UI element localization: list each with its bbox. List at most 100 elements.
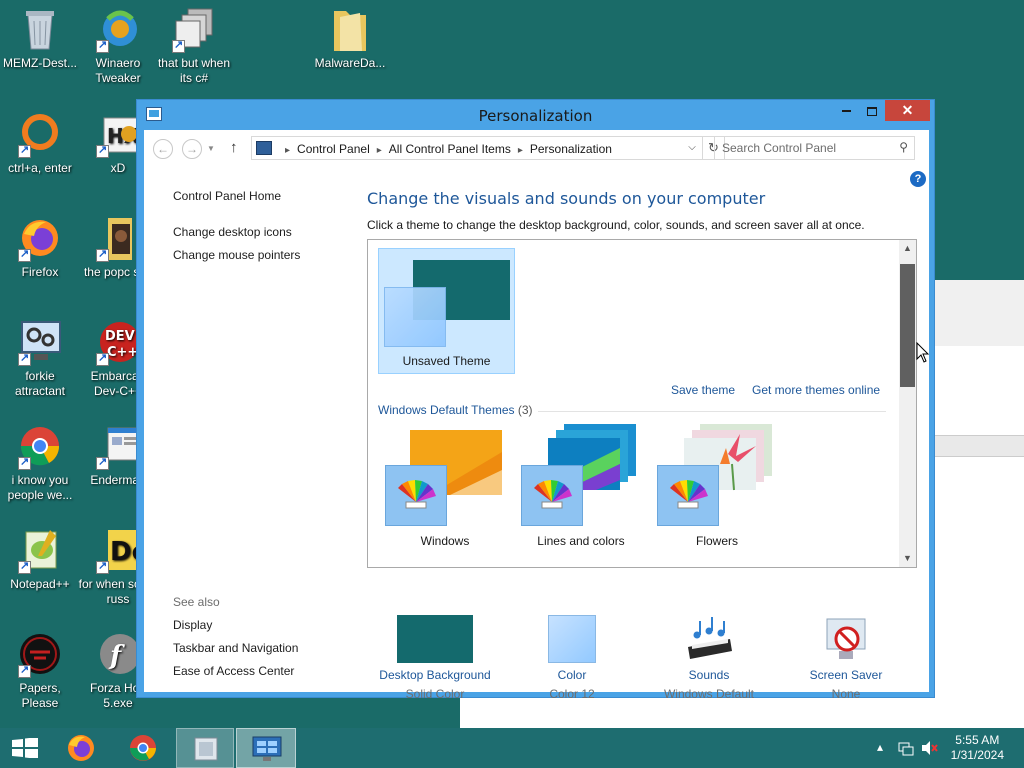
breadcrumb-all-items[interactable]: All Control Panel Items — [389, 142, 511, 156]
show-hidden-icons-icon[interactable]: ▴ — [877, 740, 883, 754]
search-icon[interactable]: ⚲ — [899, 140, 908, 154]
desktop-icon-firefox[interactable]: Firefox — [0, 214, 80, 280]
desktop-background-icon — [397, 615, 473, 663]
theme-list-scrollbar[interactable]: ▲ ▼ — [899, 240, 916, 567]
desktop-icon-label: Papers, Please — [19, 681, 61, 710]
setting-title[interactable]: Sounds — [639, 668, 779, 682]
shortcut-arrow-icon — [18, 143, 31, 158]
clock-time: 5:55 AM — [955, 733, 1000, 747]
back-button[interactable]: ← — [153, 139, 173, 159]
desktop-icon-c-sharp[interactable]: that but when its c# — [154, 5, 234, 86]
taskbar-file-explorer[interactable] — [176, 728, 234, 768]
theme-windows[interactable]: Windows — [380, 430, 510, 555]
shortcut-arrow-icon — [18, 351, 31, 366]
desktop-icon-papers-please[interactable]: Papers, Please — [0, 630, 80, 711]
theme-color-preview — [384, 287, 446, 347]
theme-color-swatch — [521, 465, 583, 526]
desktop-icon-label: forkie attractant — [14, 369, 66, 398]
theme-label: Flowers — [695, 534, 738, 548]
navigation-bar: ← → ▼ ↑ ▸ Control Panel ▸ All Control Panel… — [144, 130, 929, 168]
display-link[interactable]: Display — [173, 618, 212, 632]
control-panel-icon — [256, 141, 272, 155]
color-setting[interactable]: Color Color 12 — [502, 615, 642, 701]
volume-muted-icon[interactable] — [921, 740, 939, 759]
help-icon[interactable]: ? — [910, 171, 926, 187]
taskbar-control-panel[interactable] — [236, 728, 296, 768]
taskbar-firefox[interactable] — [56, 728, 106, 768]
network-icon[interactable] — [898, 740, 914, 759]
search-box[interactable]: ⚲ — [714, 136, 915, 160]
breadcrumb: ▸ Control Panel ▸ All Control Panel Items ▸ P… — [278, 142, 612, 156]
ease-of-access-link[interactable]: Ease of Access Center — [173, 664, 294, 678]
setting-title[interactable]: Color — [502, 668, 642, 682]
firefox-icon — [68, 735, 94, 761]
shortcut-arrow-icon — [18, 455, 31, 470]
search-input[interactable] — [722, 141, 887, 155]
folder-image-icon — [94, 214, 142, 262]
sounds-icon — [688, 617, 732, 659]
change-mouse-pointers-link[interactable]: Change mouse pointers — [173, 248, 300, 262]
get-more-themes-link[interactable]: Get more themes online — [752, 383, 880, 397]
save-theme-link[interactable]: Save theme — [671, 383, 735, 397]
shortcut-arrow-icon — [172, 38, 185, 53]
desktop-icon-memz[interactable]: MEMZ-Dest... — [0, 5, 80, 71]
minimize-button[interactable] — [833, 100, 859, 121]
theme-lines-and-colors[interactable]: Lines and colors — [516, 424, 646, 555]
theme-label: Lines and colors — [537, 534, 625, 548]
scroll-up-icon[interactable]: ▲ — [899, 240, 916, 257]
change-desktop-icons-link[interactable]: Change desktop icons — [173, 225, 292, 239]
close-button[interactable]: ✕ — [885, 100, 930, 121]
system-clock[interactable]: 5:55 AM 1/31/2024 — [951, 733, 1004, 763]
breadcrumb-personalization[interactable]: Personalization — [530, 142, 612, 156]
setting-value: None — [831, 687, 861, 701]
unsaved-theme-tile[interactable]: Unsaved Theme — [378, 248, 515, 374]
recent-pages-dropdown-icon[interactable]: ▼ — [207, 144, 215, 153]
shortcut-arrow-icon — [18, 247, 31, 262]
maximize-button[interactable] — [859, 100, 885, 121]
theme-list[interactable]: Unsaved Theme Save theme Get more themes… — [367, 239, 917, 568]
desktop-icon-chrome[interactable]: i know you people we... — [0, 422, 80, 503]
breadcrumb-control-panel[interactable]: Control Panel — [297, 142, 370, 156]
see-also-label: See also — [173, 595, 220, 609]
setting-title[interactable]: Screen Saver — [776, 668, 916, 682]
desktop-icon-ctrl-a[interactable]: ctrl+a, enter — [0, 110, 80, 176]
desktop-icon-malwareda[interactable]: MalwareDa... — [310, 5, 390, 71]
left-pane: Control Panel Home Change desktop icons … — [144, 168, 359, 692]
window-app-icon — [94, 422, 142, 470]
color-palette-icon — [670, 480, 708, 509]
personalization-window[interactable]: Personalization ✕ ← → ▼ ↑ ▸ Control Panel… — [136, 99, 935, 701]
scroll-thumb[interactable] — [900, 264, 915, 387]
setting-title[interactable]: Desktop Background — [365, 668, 505, 682]
forward-button[interactable]: → — [182, 139, 202, 159]
taskbar-chrome[interactable] — [116, 728, 170, 768]
notepadpp-icon — [16, 526, 64, 574]
screen-saver-setting[interactable]: Screen Saver None — [776, 615, 916, 701]
desktop-background-setting[interactable]: Desktop Background Solid Color — [365, 615, 505, 701]
desktop-icon-label: that but when its c# — [157, 56, 231, 85]
sounds-setting[interactable]: Sounds Windows Default — [639, 615, 779, 701]
firefox-icon — [16, 214, 64, 262]
desktop-icon-notepadpp[interactable]: Notepad++ — [0, 526, 80, 592]
breadcrumb-separator-icon[interactable]: ▸ — [518, 145, 523, 156]
theme-flowers[interactable]: Flowers — [652, 424, 782, 555]
shortcut-arrow-icon — [96, 143, 109, 158]
setting-value: Solid Color — [405, 687, 465, 701]
desktop-icon-winaero[interactable]: Winaero Tweaker — [78, 5, 158, 86]
scroll-down-icon[interactable]: ▼ — [899, 550, 916, 567]
desktop-icon-label: Notepad++ — [10, 577, 70, 591]
up-arrow-icon[interactable]: ↑ — [230, 139, 238, 156]
address-bar[interactable]: ▸ Control Panel ▸ All Control Panel Items ▸ P… — [251, 136, 703, 160]
taskbar-navigation-link[interactable]: Taskbar and Navigation — [173, 641, 298, 655]
breadcrumb-separator-icon[interactable]: ▸ — [377, 145, 382, 156]
chrome-icon — [16, 422, 64, 470]
shortcut-arrow-icon — [96, 455, 109, 470]
control-panel-home-link[interactable]: Control Panel Home — [173, 189, 281, 203]
address-dropdown-icon[interactable]: ⌵ — [682, 137, 702, 159]
breadcrumb-separator-icon[interactable]: ▸ — [285, 145, 290, 156]
shortcut-arrow-icon — [96, 559, 109, 574]
title-bar[interactable]: Personalization ✕ — [137, 100, 934, 130]
desktop-icon-forkie[interactable]: forkie attractant — [0, 318, 80, 399]
shortcut-arrow-icon — [96, 351, 109, 366]
start-button[interactable] — [0, 728, 52, 768]
shortcut-arrow-icon — [96, 38, 109, 53]
